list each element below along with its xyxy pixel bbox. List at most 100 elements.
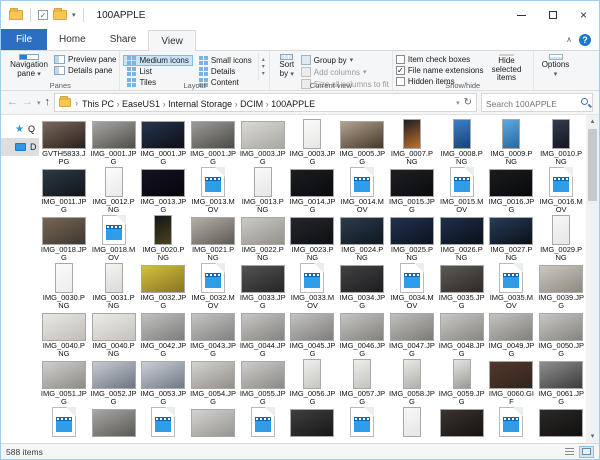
file-item[interactable] [536,406,586,443]
checkbox-file-name-extensions[interactable]: ✓File name extensions [396,66,484,75]
file-item[interactable]: IMG_0055.JPG [238,358,288,406]
file-item[interactable]: IMG_0049.JPG [487,310,537,358]
file-item[interactable]: IMG_0001.JPG [138,118,188,166]
file-item[interactable] [138,406,188,443]
vertical-scrollbar[interactable]: ▴ ▾ [586,115,599,443]
file-item[interactable]: IMG_0047.JPG [387,310,437,358]
forward-button[interactable]: → [22,97,33,108]
checkbox-icon[interactable]: ✓ [396,66,405,75]
file-item[interactable]: IMG_0042.JPG [138,310,188,358]
file-item[interactable]: IMG_0008.PNG [437,118,487,166]
address-dropdown-icon[interactable]: ▾ [456,99,460,107]
file-item[interactable]: IMG_0032.JPG [138,262,188,310]
file-item[interactable]: IMG_0013.MOV [188,166,238,214]
file-item[interactable]: IMG_0009.PNG [487,118,537,166]
file-item[interactable]: IMG_0031.PNG [89,262,139,310]
file-item[interactable]: IMG_0035.JPG [437,262,487,310]
breadcrumb-segment[interactable]: 100APPLE [271,99,315,109]
file-item[interactable]: IMG_0029.PNG [536,214,586,262]
file-item[interactable]: IMG_0003.JPG [238,118,288,166]
file-item[interactable]: IMG_0040.PNG [89,310,139,358]
breadcrumb-segment[interactable]: DCIM [240,99,263,109]
file-item[interactable]: IMG_0053.JPG [138,358,188,406]
file-item[interactable]: IMG_0018.MOV [89,214,139,262]
sidebar-item-desktop[interactable]: D [1,138,39,156]
group-by-button[interactable]: Group by ▾ [301,55,389,65]
thumbnail-view-button[interactable] [579,446,594,458]
layout-option-details[interactable]: Details [195,66,256,77]
file-item[interactable]: IMG_0021.PNG [188,214,238,262]
layout-option-small-icons[interactable]: Small icons [195,55,256,66]
file-item[interactable]: IMG_0005.JPG [337,118,387,166]
file-item[interactable]: IMG_0051.JPG [39,358,89,406]
file-item[interactable]: IMG_0034.MOV [387,262,437,310]
gallery-scroll-down-icon[interactable]: ▾ [262,63,265,70]
search-input[interactable] [482,96,592,113]
minimize-button[interactable] [506,1,537,29]
file-item[interactable]: IMG_0013.JPG [138,166,188,214]
file-item[interactable]: IMG_0046.JPG [337,310,387,358]
file-item[interactable]: IMG_0023.PNG [288,214,338,262]
scroll-up-icon[interactable]: ▴ [586,115,599,128]
file-item[interactable]: IMG_0011.JPG [39,166,89,214]
file-item[interactable]: IMG_0018.JPG [39,214,89,262]
file-item[interactable] [387,406,437,443]
file-item[interactable]: IMG_0015.JPG [387,166,437,214]
file-item[interactable]: GVTH5833.JPG [39,118,89,166]
file-item[interactable]: IMG_0027.PNG [487,214,537,262]
breadcrumb-box[interactable]: › This PC › EaseUS1 › Internal Storage ›… [54,93,477,112]
file-item[interactable]: IMG_0035.MOV [487,262,537,310]
recent-locations-icon[interactable]: ▾ [37,99,41,107]
refresh-icon[interactable]: ↻ [464,97,472,108]
tab-file[interactable]: File [1,29,47,50]
file-item[interactable]: IMG_0014.MOV [337,166,387,214]
gallery-scroll-up-icon[interactable]: ▴ [262,56,265,63]
sort-by-button[interactable]: Sort by ▾ [273,53,301,80]
file-item[interactable]: IMG_0034.JPG [337,262,387,310]
file-item[interactable]: IMG_0059.JPG [437,358,487,406]
file-item[interactable]: IMG_0024.PNG [337,214,387,262]
scroll-down-icon[interactable]: ▾ [586,430,599,443]
file-item[interactable]: IMG_0007.PNG [387,118,437,166]
file-item[interactable]: IMG_0025.PNG [387,214,437,262]
file-item[interactable]: IMG_0020.PNG [138,214,188,262]
collapse-ribbon-icon[interactable]: ∧ [566,35,572,44]
file-item[interactable]: IMG_0012.PNG [89,166,139,214]
gallery-more-icon[interactable]: ▾ [262,70,265,77]
file-item[interactable]: IMG_0039.JPG [536,262,586,310]
file-item[interactable]: IMG_0013.PNG [238,166,288,214]
file-item[interactable]: IMG_0026.PNG [437,214,487,262]
details-pane-button[interactable]: Details pane [54,66,116,75]
file-item[interactable] [89,406,139,443]
file-item[interactable]: IMG_0014.JPG [288,166,338,214]
file-item[interactable] [337,406,387,443]
tab-view[interactable]: View [148,30,196,51]
file-item[interactable]: IMG_0003.JPG [288,118,338,166]
file-item[interactable] [487,406,537,443]
add-columns-button[interactable]: Add columns ▾ [301,67,389,77]
checkbox-icon[interactable] [396,55,405,64]
sidebar-item-quick-access[interactable]: ★Q [1,120,39,138]
file-item[interactable]: IMG_0045.JPG [288,310,338,358]
checkbox-item-check-boxes[interactable]: Item check boxes [396,55,484,64]
file-item[interactable]: IMG_0010.PNG [536,118,586,166]
file-item[interactable] [437,406,487,443]
file-item[interactable] [238,406,288,443]
file-item[interactable]: IMG_0043.JPG [188,310,238,358]
properties-icon[interactable]: ✓ [38,10,48,20]
tab-home[interactable]: Home [47,29,98,50]
file-item[interactable]: IMG_0001.JPG [89,118,139,166]
file-item[interactable]: IMG_0056.JPG [288,358,338,406]
search-icon[interactable] [581,98,588,105]
close-button[interactable]: × [568,1,599,29]
file-item[interactable]: IMG_0001.JPG [188,118,238,166]
new-folder-icon[interactable] [53,10,67,20]
breadcrumb-segment[interactable]: This PC [82,99,114,109]
file-item[interactable]: IMG_0030.PNG [39,262,89,310]
hide-selected-button[interactable]: Hide selected items [484,53,530,80]
file-item[interactable]: IMG_0040.PNG [39,310,89,358]
options-button[interactable]: Options ▾ [537,53,575,80]
navigation-pane-button[interactable]: Navigation pane ▾ [4,53,54,80]
up-button[interactable]: ↑ [45,97,51,108]
file-item[interactable]: IMG_0054.JPG [188,358,238,406]
